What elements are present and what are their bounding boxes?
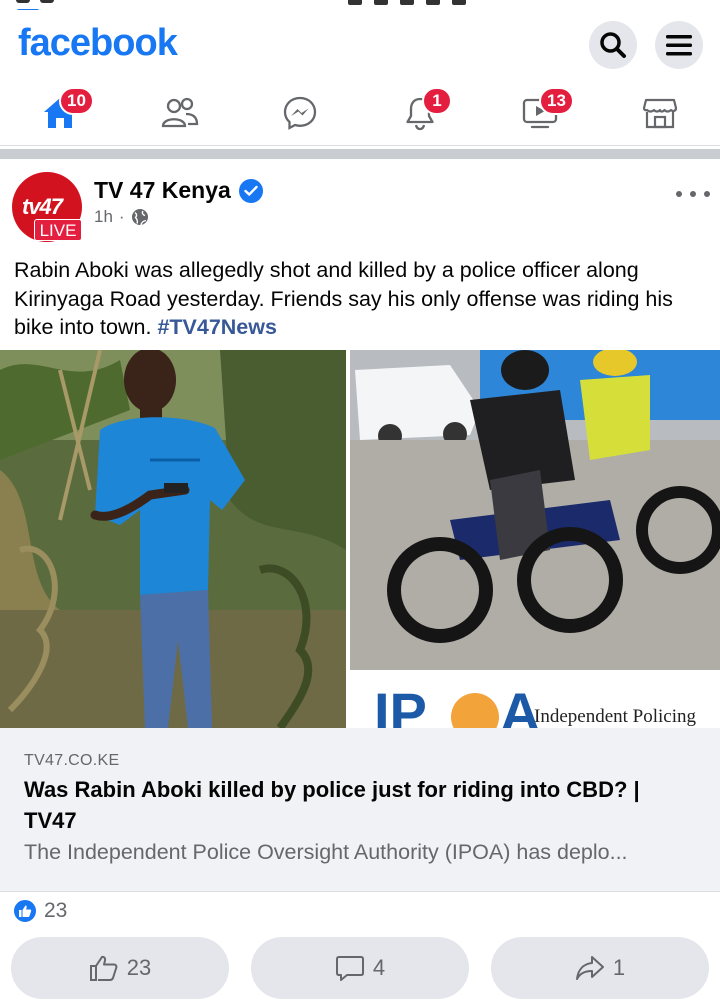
post-more-button[interactable] <box>676 183 710 205</box>
top-header: facebook <box>0 10 720 80</box>
photo-motorbikes: IP A Independent Policing <box>350 350 720 728</box>
post-author[interactable]: TV 47 Kenya <box>94 177 231 204</box>
live-badge: LIVE <box>34 219 82 241</box>
verified-icon <box>239 179 263 203</box>
like-icon <box>89 955 118 981</box>
friends-icon <box>161 97 199 128</box>
status-bar <box>0 0 720 10</box>
facebook-logo[interactable]: facebook <box>18 22 178 65</box>
like-reaction-icon <box>12 898 38 924</box>
search-button[interactable] <box>589 21 637 69</box>
globe-icon <box>131 209 148 226</box>
meta-dot: · <box>118 207 125 226</box>
image-caption: Independent Policing <box>534 706 696 727</box>
status-icons-right <box>348 0 478 10</box>
post-body: Rabin Aboki was allegedly shot and kille… <box>14 258 673 339</box>
search-icon <box>600 32 626 58</box>
post-text: Rabin Aboki was allegedly shot and kille… <box>14 256 710 342</box>
menu-icon <box>666 35 692 56</box>
reaction-summary[interactable]: 23 <box>12 898 67 924</box>
svg-text:IP: IP <box>374 681 427 728</box>
tab-notifications[interactable]: 1 <box>360 80 480 146</box>
reaction-count: 23 <box>44 899 68 922</box>
menu-button[interactable] <box>655 21 703 69</box>
marketplace-icon <box>642 98 678 129</box>
hashtag-link[interactable]: #TV47News <box>157 315 277 339</box>
comment-button[interactable]: 4 <box>251 937 469 999</box>
link-domain: TV47.CO.KE <box>24 752 120 769</box>
watch-badge: 13 <box>539 87 574 115</box>
share-count: 1 <box>612 955 626 980</box>
share-button[interactable]: 1 <box>491 937 709 999</box>
tab-messenger[interactable] <box>240 80 360 146</box>
nav-bar: 10 1 13 <box>0 80 720 146</box>
photo-person <box>0 350 346 728</box>
link-preview[interactable]: TV47.CO.KE Was Rabin Aboki killed by pol… <box>0 728 720 892</box>
like-button[interactable]: 23 <box>11 937 229 999</box>
more-icon <box>676 191 682 197</box>
tab-friends[interactable] <box>120 80 240 146</box>
share-icon <box>575 956 604 980</box>
post-time[interactable]: 1h <box>94 207 113 227</box>
post-meta: 1h · <box>94 207 149 227</box>
like-count: 23 <box>126 955 152 980</box>
tab-watch[interactable]: 13 <box>480 80 600 146</box>
comment-icon <box>335 956 364 981</box>
messenger-icon <box>283 96 317 130</box>
post-image[interactable]: IP A Independent Policing <box>0 350 720 728</box>
notifications-badge: 1 <box>422 87 452 115</box>
home-badge: 10 <box>59 87 94 115</box>
comment-count: 4 <box>372 955 386 980</box>
tab-marketplace[interactable] <box>600 80 720 146</box>
avatar-text: tv47 <box>22 194 63 219</box>
feed-separator <box>0 149 720 159</box>
status-icons-left <box>16 0 96 10</box>
link-description: The Independent Police Oversight Authori… <box>24 840 628 864</box>
tab-home[interactable]: 10 <box>0 80 120 146</box>
link-title: Was Rabin Aboki killed by police just fo… <box>24 777 640 833</box>
